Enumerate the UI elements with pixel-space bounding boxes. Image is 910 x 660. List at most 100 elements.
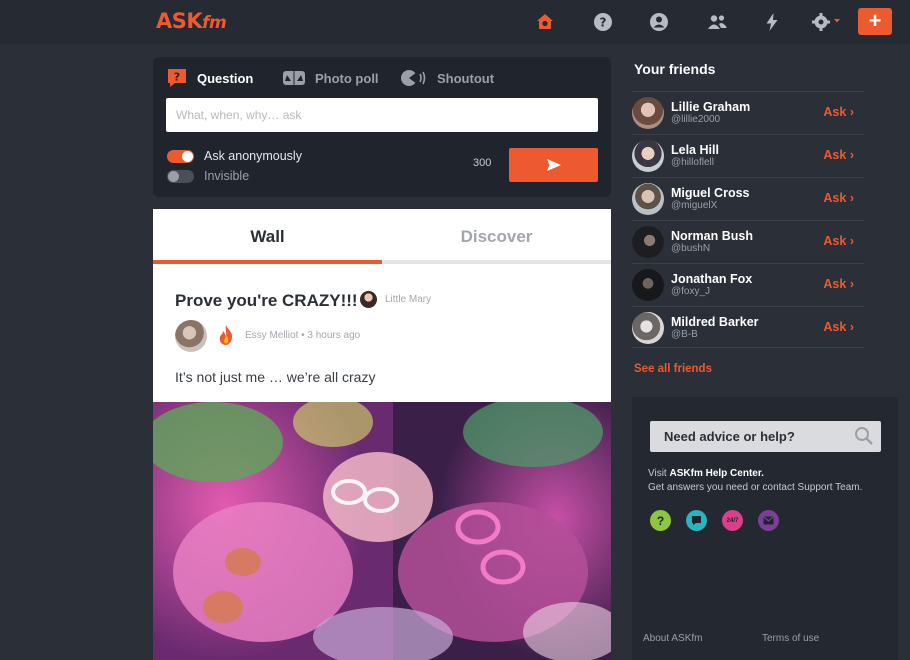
svg-text:?: ? [600,16,607,30]
home-icon[interactable] [533,10,557,34]
tab-question[interactable]: ? Question [166,67,253,89]
ask-friend-button[interactable]: Ask › [823,234,854,248]
friend-handle: @lillie2000 [671,114,721,125]
send-button[interactable] [509,148,598,182]
avatar[interactable] [632,226,664,258]
chevron-right-icon: › [849,105,854,119]
photo-poll-icon [283,71,305,85]
new-question-button[interactable]: + [858,8,892,35]
friend-name[interactable]: Miguel Cross [671,186,750,200]
friend-row[interactable]: Mildred Barker @B-B Ask › [632,306,864,348]
friend-row[interactable]: Lillie Graham @lillie2000 Ask › [632,91,864,134]
help-search-field[interactable]: Need advice or help? [650,421,881,452]
avatar[interactable] [632,183,664,215]
avatar[interactable] [632,269,664,301]
avatar[interactable] [632,312,664,344]
ask-label: Ask [823,277,847,291]
help-icon[interactable]: ? [591,10,615,34]
friend-name[interactable]: Lillie Graham [671,100,750,114]
toggle-knob [168,170,179,182]
chat-icon[interactable] [686,510,707,531]
chevron-right-icon: › [849,148,854,162]
ask-label: Ask [823,105,847,119]
tab-question-label: Question [197,70,254,86]
friend-name[interactable]: Lela Hill [671,143,719,157]
envelope-icon [763,516,774,525]
invisible-toggle[interactable] [167,169,194,183]
post-title[interactable]: Prove you're CRAZY!!! [175,291,358,311]
chevron-right-icon: › [849,277,854,291]
friend-name[interactable]: Mildred Barker [671,315,759,329]
friend-handle: @miguelX [671,200,718,211]
tagged-user-name: Little Mary [385,294,432,305]
ask-friend-button[interactable]: Ask › [823,277,854,291]
friend-handle: @bushN [671,243,711,254]
ask-label: Ask [823,234,847,248]
ask-label: Ask [823,148,847,162]
anonymous-toggle-row[interactable]: Ask anonymously [167,148,302,164]
friend-row[interactable]: Norman Bush @bushN Ask › [632,220,864,263]
invisible-toggle-row[interactable]: Invisible [167,168,249,184]
chat-bubble-icon [692,516,701,525]
search-icon[interactable] [854,426,874,446]
tab-shoutout[interactable]: Shoutout [400,67,494,89]
support-247-icon[interactable]: 24/7 [722,510,743,531]
tab-photo-poll[interactable]: Photo poll [282,67,379,89]
author-avatar[interactable] [175,320,207,352]
feed-panel: Wall Discover Prove you're CRAZY!!! Litt… [153,209,611,660]
email-icon[interactable] [758,510,779,531]
terms-link[interactable]: Terms of use [762,633,819,644]
send-icon [546,159,561,171]
question-input[interactable] [166,98,598,132]
shoutout-icon [401,70,426,86]
logo-text: ASK [156,9,203,33]
avatar[interactable] [632,97,664,129]
author-meta: Essy Melliot • 3 hours ago [245,330,361,341]
ask-friend-button[interactable]: Ask › [823,320,854,334]
help-center-link[interactable]: ASKfm Help Center. [670,468,764,479]
help-center-line: Visit ASKfm Help Center. [648,468,764,479]
avatar[interactable] [632,140,664,172]
help-visit-text: Visit [648,468,670,479]
tagged-user[interactable]: Little Mary [360,291,431,308]
friend-row[interactable]: Lela Hill @hilloflell Ask › [632,134,864,177]
friends-icon[interactable] [705,10,729,34]
logo-suffix: fm [202,13,227,33]
chevron-down-icon[interactable] [833,18,841,24]
friend-handle: @foxy_J [671,286,711,297]
friend-row[interactable]: Miguel Cross @miguelX Ask › [632,177,864,220]
chevron-right-icon: › [849,320,854,334]
profile-icon[interactable] [647,10,671,34]
faq-icon[interactable]: ? [650,510,671,531]
top-navigation-bar: ASKfm ? + [0,0,910,44]
friend-handle: @B-B [671,329,698,340]
anonymous-toggle[interactable] [167,149,194,163]
askfm-logo[interactable]: ASKfm [156,9,227,33]
invisible-label: Invisible [204,169,250,183]
tab-discover[interactable]: Discover [382,209,611,265]
help-support-line: Get answers you need or contact Support … [648,482,863,493]
post-photo[interactable] [153,402,611,660]
tab-wall[interactable]: Wall [153,209,382,265]
question-composer: ? Question Photo poll Shoutout Ask anony… [153,57,611,197]
tab-shoutout-label: Shoutout [437,70,495,86]
settings-icon[interactable] [810,10,834,34]
char-counter: 300 [473,157,492,169]
ask-friend-button[interactable]: Ask › [823,105,854,119]
friend-name[interactable]: Jonathan Fox [671,272,752,286]
friend-row[interactable]: Jonathan Fox @foxy_J Ask › [632,263,864,306]
tagged-user-avatar [360,291,377,308]
ask-label: Ask [823,191,847,205]
ask-friend-button[interactable]: Ask › [823,148,854,162]
lightning-icon[interactable] [760,10,784,34]
ask-label: Ask [823,320,847,334]
ask-friend-button[interactable]: Ask › [823,191,854,205]
post-text: It’s not just me … we’re all crazy [175,369,376,385]
about-link[interactable]: About ASKfm [643,633,702,644]
friend-name[interactable]: Norman Bush [671,229,753,243]
tab-photo-poll-label: Photo poll [315,70,379,86]
tab-divider [382,260,611,264]
question-icon: ? [168,69,186,87]
toggle-knob [182,150,193,162]
see-all-friends-link[interactable]: See all friends [634,363,712,375]
